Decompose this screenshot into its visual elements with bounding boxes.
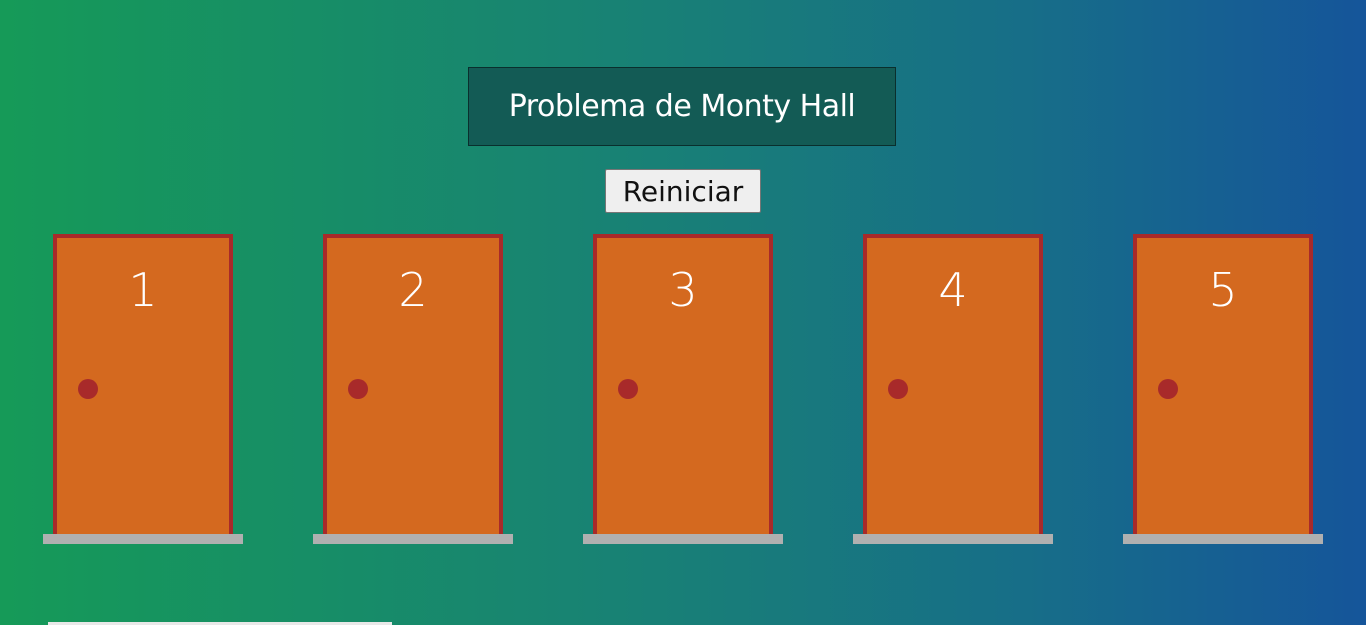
door-knob-icon	[1158, 379, 1178, 399]
door-panel[interactable]: 4	[863, 234, 1043, 534]
door-knob-icon	[78, 379, 98, 399]
door-5[interactable]: 5	[1123, 234, 1323, 544]
door-panel[interactable]: 2	[323, 234, 503, 534]
door-number: 1	[128, 263, 158, 317]
reset-button[interactable]: Reiniciar	[605, 169, 761, 213]
door-panel[interactable]: 3	[593, 234, 773, 534]
door-3[interactable]: 3	[583, 234, 783, 544]
door-sill	[1123, 534, 1323, 544]
door-number: 3	[668, 263, 698, 317]
door-knob-icon	[888, 379, 908, 399]
door-panel[interactable]: 5	[1133, 234, 1313, 534]
door-1[interactable]: 1	[43, 234, 243, 544]
door-knob-icon	[618, 379, 638, 399]
door-number: 2	[398, 263, 428, 317]
door-sill	[43, 534, 243, 544]
door-number: 5	[1208, 263, 1238, 317]
page-title: Problema de Monty Hall	[468, 67, 896, 146]
door-2[interactable]: 2	[313, 234, 513, 544]
door-4[interactable]: 4	[853, 234, 1053, 544]
door-knob-icon	[348, 379, 368, 399]
door-number: 4	[938, 263, 968, 317]
door-sill	[313, 534, 513, 544]
door-sill	[853, 534, 1053, 544]
door-sill	[583, 534, 783, 544]
door-panel[interactable]: 1	[53, 234, 233, 534]
